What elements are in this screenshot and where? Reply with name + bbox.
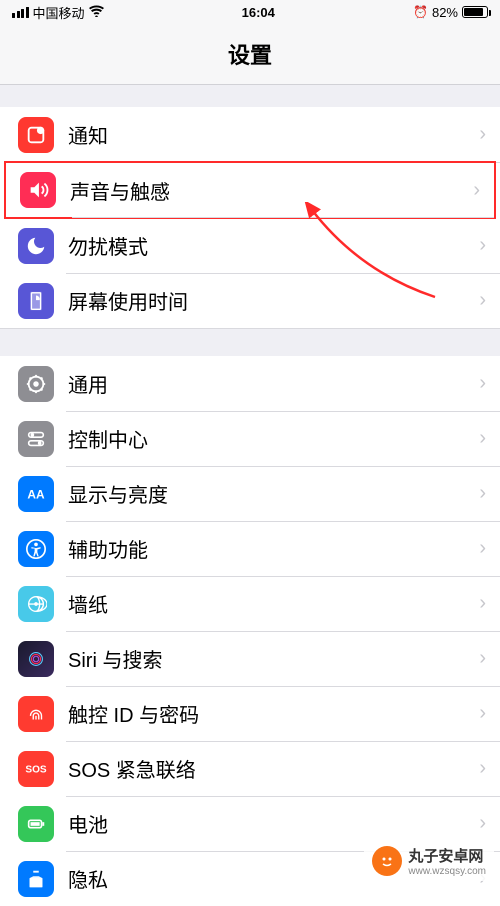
sos-icon: SOS xyxy=(18,751,54,787)
settings-row-sos[interactable]: SOS SOS 紧急联络› xyxy=(0,741,500,796)
display-icon: AA xyxy=(18,476,54,512)
status-time: 16:04 xyxy=(242,5,275,20)
notifications-icon xyxy=(18,117,54,153)
row-label: 显示与亮度 xyxy=(68,479,479,508)
row-label: 控制中心 xyxy=(68,424,479,453)
row-label: SOS 紧急联络 xyxy=(68,754,479,783)
chevron-right-icon: › xyxy=(479,372,486,395)
settings-group: 通知›声音与触感›勿扰模式›屏幕使用时间› xyxy=(0,107,500,328)
chevron-right-icon: › xyxy=(479,757,486,780)
page-title: 设置 xyxy=(0,38,500,70)
control-icon xyxy=(18,421,54,457)
chevron-right-icon: › xyxy=(479,592,486,615)
settings-row-control[interactable]: 控制中心› xyxy=(0,411,500,466)
carrier-label: 中国移动 xyxy=(33,3,85,22)
chevron-right-icon: › xyxy=(479,427,486,450)
watermark-brand: 丸子安卓网 xyxy=(408,848,483,865)
settings-group: 通用›控制中心›AA显示与亮度›辅助功能›墙纸›Siri 与搜索›触控 ID 与… xyxy=(0,356,500,906)
chevron-right-icon: › xyxy=(479,812,486,835)
chevron-right-icon: › xyxy=(479,234,486,257)
privacy-icon xyxy=(18,861,54,897)
settings-row-accessibility[interactable]: 辅助功能› xyxy=(0,521,500,576)
settings-row-sound[interactable]: 声音与触感› xyxy=(4,161,496,219)
dnd-icon xyxy=(18,228,54,264)
settings-row-touchid[interactable]: 触控 ID 与密码› xyxy=(0,686,500,741)
row-label: 屏幕使用时间 xyxy=(68,286,479,315)
svg-text:SOS: SOS xyxy=(25,764,47,775)
battery-icon xyxy=(462,6,488,18)
general-icon xyxy=(18,366,54,402)
settings-row-display[interactable]: AA 显示与亮度› xyxy=(0,466,500,521)
row-label: 墙纸 xyxy=(68,589,479,618)
row-label: Siri 与搜索 xyxy=(68,644,479,673)
watermark-logo-icon xyxy=(372,846,402,876)
chevron-right-icon: › xyxy=(479,482,486,505)
touchid-icon xyxy=(18,696,54,732)
row-label: 勿扰模式 xyxy=(68,231,479,260)
settings-row-general[interactable]: 通用› xyxy=(0,356,500,411)
watermark-url: www.wzsqsy.com xyxy=(408,866,486,877)
status-right: ⏰ 82% xyxy=(413,5,488,20)
settings-row-siri[interactable]: Siri 与搜索› xyxy=(0,631,500,686)
siri-icon xyxy=(18,641,54,677)
row-label: 触控 ID 与密码 xyxy=(68,699,479,728)
sound-icon xyxy=(20,172,56,208)
svg-text:AA: AA xyxy=(27,487,45,501)
row-label: 通用 xyxy=(68,369,479,398)
chevron-right-icon: › xyxy=(479,647,486,670)
chevron-right-icon: › xyxy=(479,702,486,725)
row-label: 辅助功能 xyxy=(68,534,479,563)
settings-row-notifications[interactable]: 通知› xyxy=(0,107,500,162)
signal-icon xyxy=(12,7,29,18)
nav-header: 设置 xyxy=(0,24,500,85)
settings-row-screentime[interactable]: 屏幕使用时间› xyxy=(0,273,500,328)
status-left: 中国移动 xyxy=(12,3,104,22)
chevron-right-icon: › xyxy=(473,179,480,202)
chevron-right-icon: › xyxy=(479,537,486,560)
settings-row-dnd[interactable]: 勿扰模式› xyxy=(0,218,500,273)
screentime-icon xyxy=(18,283,54,319)
row-label: 通知 xyxy=(68,120,479,149)
wifi-icon xyxy=(89,5,104,20)
row-label: 声音与触感 xyxy=(70,176,473,205)
watermark: 丸子安卓网 www.wzsqsy.com xyxy=(364,841,494,881)
chevron-right-icon: › xyxy=(479,123,486,146)
wallpaper-icon xyxy=(18,586,54,622)
status-bar: 中国移动 16:04 ⏰ 82% xyxy=(0,0,500,24)
alarm-icon: ⏰ xyxy=(413,5,428,19)
battery-percent: 82% xyxy=(432,5,458,20)
battery-icon xyxy=(18,806,54,842)
row-label: 电池 xyxy=(68,809,479,838)
accessibility-icon xyxy=(18,531,54,567)
settings-row-wallpaper[interactable]: 墙纸› xyxy=(0,576,500,631)
chevron-right-icon: › xyxy=(479,289,486,312)
